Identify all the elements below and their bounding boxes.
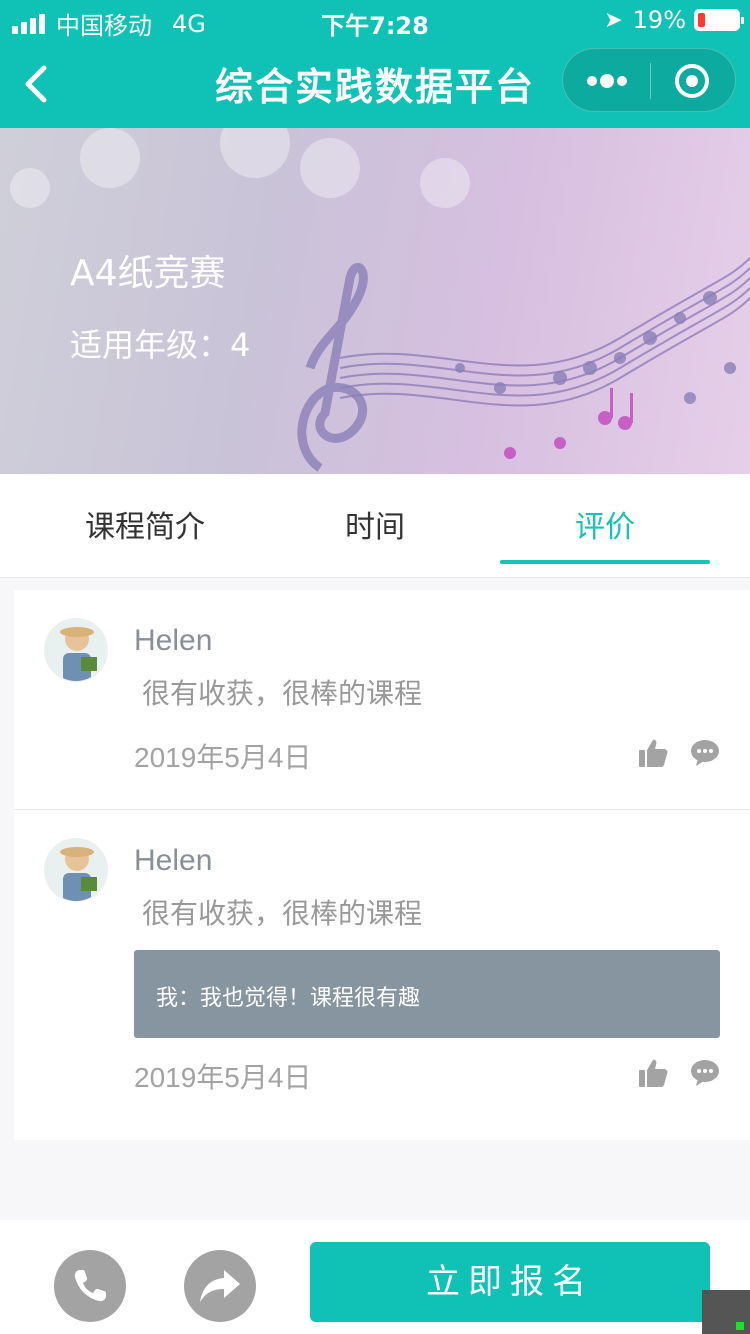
comment-date: 2019年5月4日 [134,1062,312,1093]
thumbs-up-icon[interactable] [638,738,668,768]
tab-bar: 课程简介 时间 评价 [0,474,750,578]
course-title: A4纸竞赛 [70,253,226,294]
phone-icon [74,1270,106,1302]
active-tab-indicator [500,560,710,564]
tab-intro[interactable]: 课程简介 [20,502,270,546]
tab-time[interactable]: 时间 [250,502,500,546]
close-target-icon[interactable] [675,64,709,98]
comment-author: Helen [134,624,213,657]
comment-bubble-icon[interactable] [690,1059,720,1087]
capsule-divider [650,63,651,99]
comment-list: Helen 很有收获，很棒的课程 2019年5月4日 Helen 很有收获，很棒… [14,590,750,1140]
share-arrow-icon [200,1270,240,1302]
bottom-action-bar: 立即报名 [0,1220,750,1334]
reply-box: 我：我也觉得！课程很有趣 [134,950,720,1038]
floating-thumbnail [702,1290,750,1334]
course-grade: 适用年级：4 [70,326,251,364]
battery-percent: 19% [632,6,686,34]
comment-actions [638,738,720,768]
comment-bubble-icon[interactable] [690,739,720,767]
status-right: ➤ 19% [604,6,744,34]
avatar [44,838,108,902]
location-icon: ➤ [604,7,623,33]
course-banner: A4纸竞赛 适用年级：4 [0,128,750,474]
avatar [44,618,108,682]
music-notes-image [297,257,750,472]
comment-item: Helen 很有收获，很棒的课程 2019年5月4日 [14,590,750,810]
comment-item: Helen 很有收获，很棒的课程 我：我也觉得！课程很有趣 2019年5月4日 [14,810,750,1140]
thumbs-up-icon[interactable] [638,1058,668,1088]
status-bar: 中国移动 4G 下午7:28 ➤ 19% [0,0,750,40]
nav-bar: 综合实践数据平台 [0,44,750,124]
comment-text: 很有收获，很棒的课程 [142,897,423,930]
mini-program-capsule [562,48,736,112]
more-icon[interactable] [587,69,627,93]
tab-reviews[interactable]: 评价 [480,502,730,546]
phone-button[interactable] [54,1250,126,1322]
signup-button[interactable]: 立即报名 [310,1242,710,1322]
battery-icon [694,9,744,31]
top-bar: 中国移动 4G 下午7:28 ➤ 19% 综合实践数据平台 [0,0,750,128]
comment-date: 2019年5月4日 [134,742,312,773]
comment-actions [638,1058,720,1088]
comment-author: Helen [134,844,213,877]
share-button[interactable] [184,1250,256,1322]
comment-text: 很有收获，很棒的课程 [142,677,423,710]
